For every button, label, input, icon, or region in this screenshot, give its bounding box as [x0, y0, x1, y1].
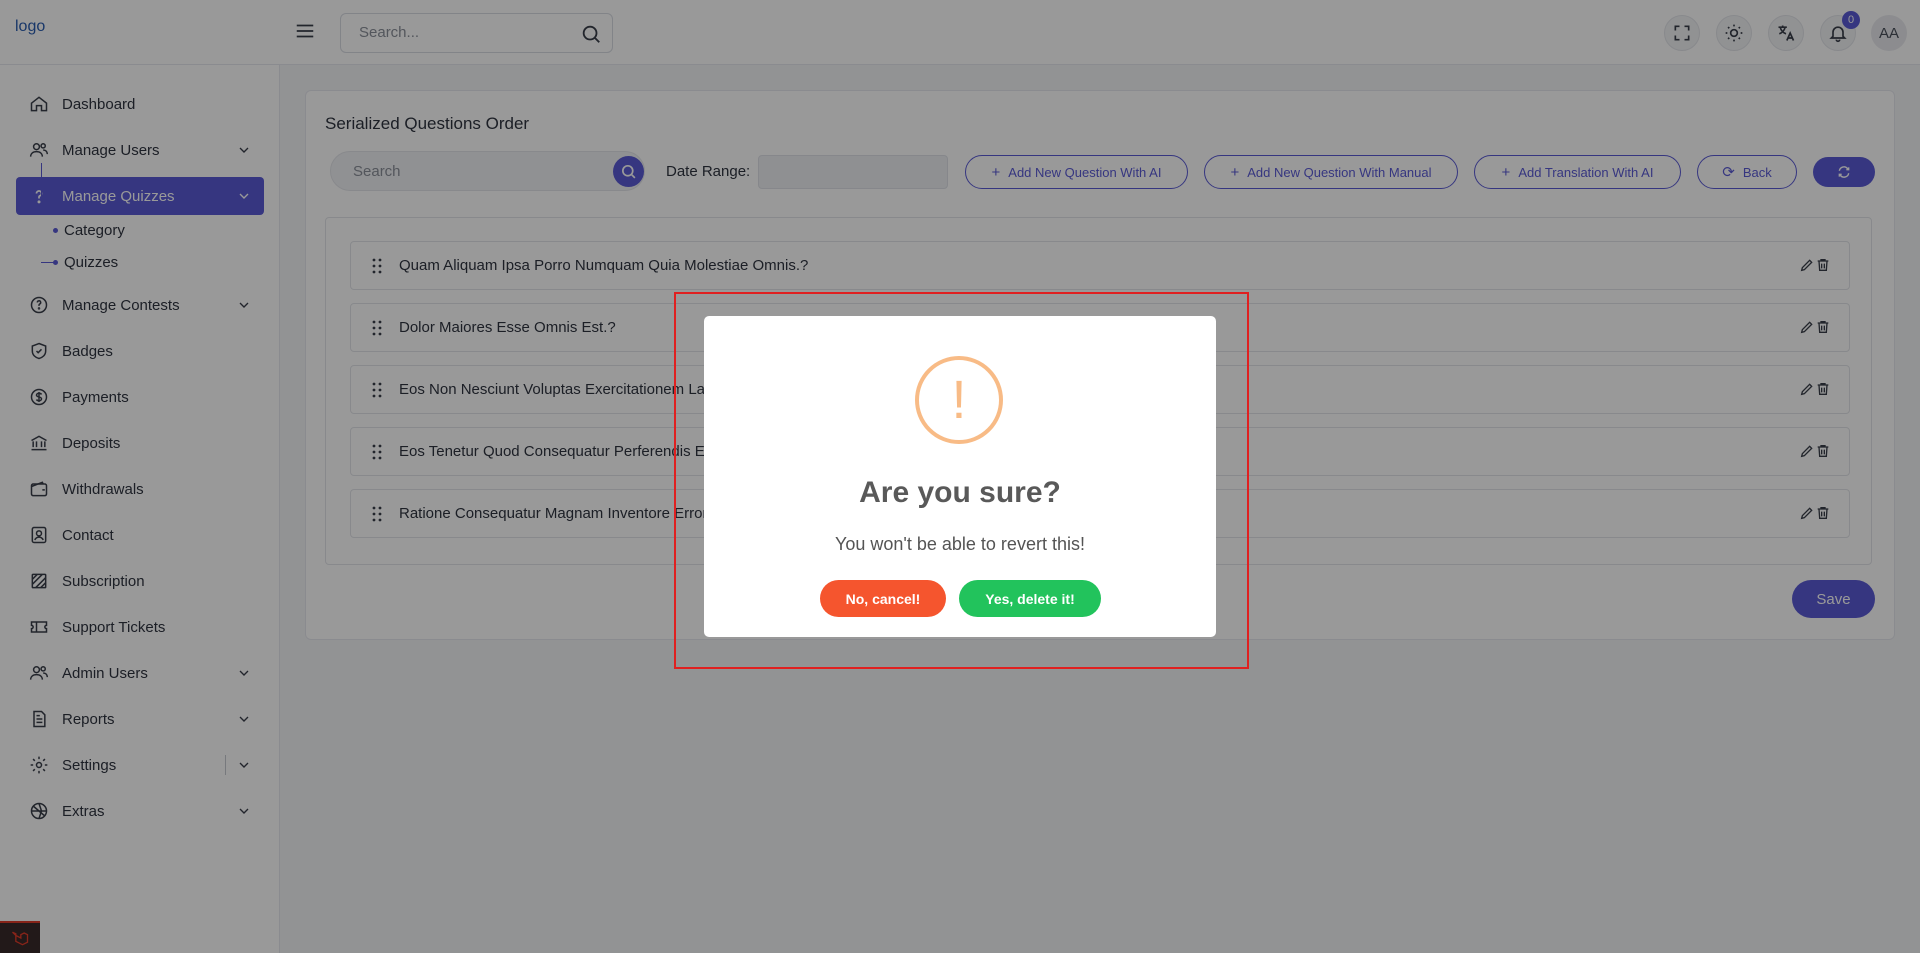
dialog-title: Are you sure? [859, 476, 1061, 509]
confirm-delete-button[interactable]: Yes, delete it! [959, 580, 1101, 617]
cancel-button[interactable]: No, cancel! [820, 580, 946, 617]
confirm-dialog: ! Are you sure? You won't be able to rev… [704, 316, 1216, 637]
warning-icon: ! [915, 356, 1003, 444]
dialog-text: You won't be able to revert this! [835, 534, 1085, 554]
